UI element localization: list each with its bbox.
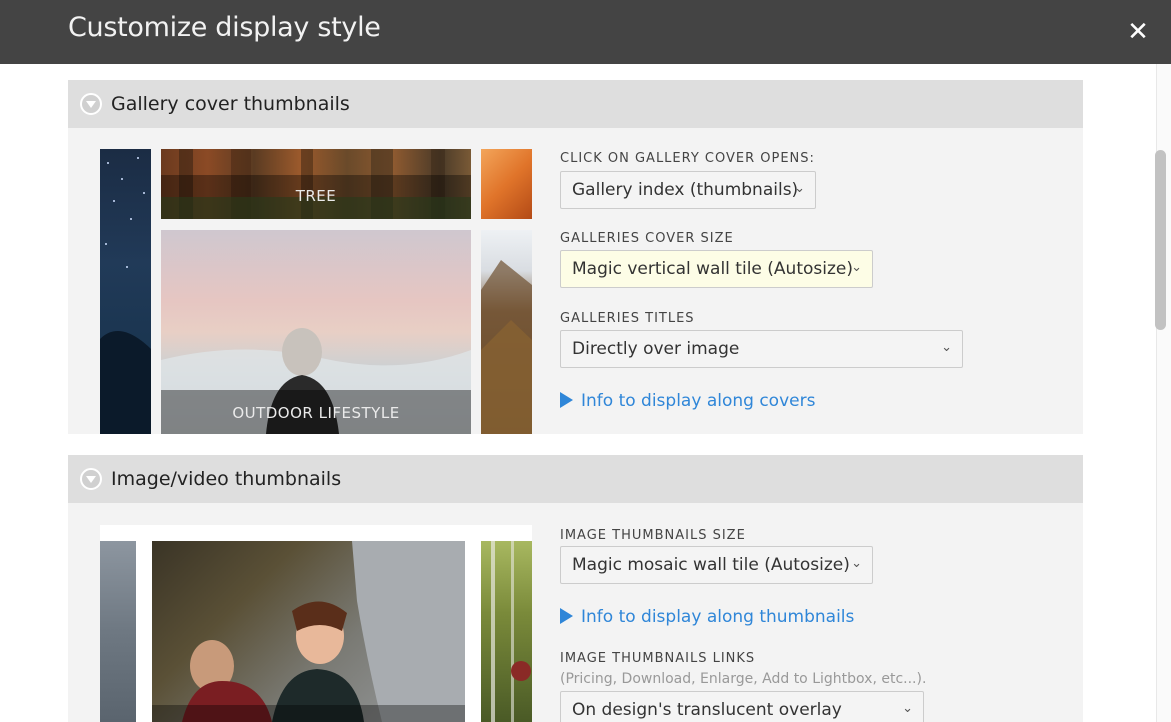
thumbnail-settings-form: IMAGE THUMBNAILS SIZE Magic mosaic wall … bbox=[560, 525, 1060, 722]
info-covers-link[interactable]: Info to display along covers bbox=[560, 391, 815, 411]
field-label-click-on-cover: CLICK ON GALLERY COVER OPENS: bbox=[560, 151, 815, 166]
info-thumbnails-link-label: Info to display along thumbnails bbox=[581, 607, 855, 627]
chevron-down-icon: ⌄ bbox=[794, 181, 805, 196]
preview-thumb-climber bbox=[152, 541, 465, 722]
scrollbar-thumb[interactable] bbox=[1155, 150, 1166, 330]
preview-thumb-tree: TREE bbox=[161, 149, 471, 219]
close-icon[interactable]: ✕ bbox=[1124, 18, 1152, 46]
dialog-content: Gallery cover thumbnails TREE OUTDOOR LI… bbox=[0, 64, 1156, 722]
thumbnails-size-select[interactable]: Magic mosaic wall tile (Autosize) ⌄ bbox=[560, 546, 873, 584]
chevron-down-icon: ⌄ bbox=[851, 556, 862, 571]
galleries-titles-select[interactable]: Directly over image ⌄ bbox=[560, 330, 963, 368]
preview-thumb-outdoor-lifestyle: OUTDOOR LIFESTYLE bbox=[161, 230, 471, 434]
dialog-header: Customize display style ✕ bbox=[0, 0, 1171, 64]
thumbnails-preview bbox=[100, 525, 532, 722]
field-label-thumbnails-links: IMAGE THUMBNAILS LINKS bbox=[560, 651, 756, 666]
section-image-video-thumbnails: Image/video thumbnails IMAGE THUMBNAILS … bbox=[68, 455, 1083, 722]
field-sublabel-thumbnails-links: (Pricing, Download, Enlarge, Add to Ligh… bbox=[560, 671, 927, 687]
cover-size-select[interactable]: Magic vertical wall tile (Autosize) ⌄ bbox=[560, 250, 873, 288]
dialog-title: Customize display style bbox=[68, 12, 381, 43]
section-title: Gallery cover thumbnails bbox=[111, 93, 350, 115]
preview-label-outdoor-lifestyle: OUTDOOR LIFESTYLE bbox=[232, 404, 400, 422]
section-title: Image/video thumbnails bbox=[111, 468, 342, 490]
chevron-down-icon: ⌄ bbox=[902, 701, 913, 716]
thumbnails-links-select[interactable]: On design's translucent overlay ⌄ bbox=[560, 691, 924, 722]
preview-thumb-sunset bbox=[481, 149, 532, 219]
preview-thumb-mountains bbox=[481, 230, 532, 434]
select-value: Gallery index (thumbnails) bbox=[572, 180, 799, 200]
preview-thumb-forest bbox=[481, 541, 532, 722]
section-gallery-cover-thumbnails: Gallery cover thumbnails TREE OUTDOOR LI… bbox=[68, 80, 1083, 434]
preview-thumb-rock-left bbox=[100, 541, 136, 722]
triangle-right-icon bbox=[560, 608, 573, 624]
select-value: Magic vertical wall tile (Autosize) bbox=[572, 259, 853, 279]
triangle-right-icon bbox=[560, 392, 573, 408]
chevron-down-icon: ⌄ bbox=[851, 260, 862, 275]
chevron-down-circle-icon[interactable] bbox=[80, 93, 102, 115]
info-covers-link-label: Info to display along covers bbox=[581, 391, 816, 411]
preview-label-tree: TREE bbox=[295, 187, 337, 205]
select-value: Directly over image bbox=[572, 339, 740, 359]
chevron-down-icon: ⌄ bbox=[941, 340, 952, 355]
section-header[interactable]: Image/video thumbnails bbox=[68, 455, 1083, 503]
cover-settings-form: CLICK ON GALLERY COVER OPENS: Gallery in… bbox=[560, 149, 1060, 434]
cover-preview: TREE OUTDOOR LIFESTYLE bbox=[100, 149, 532, 434]
section-header[interactable]: Gallery cover thumbnails bbox=[68, 80, 1083, 128]
field-label-thumbnails-size: IMAGE THUMBNAILS SIZE bbox=[560, 528, 746, 543]
chevron-down-circle-icon[interactable] bbox=[80, 468, 102, 490]
field-label-galleries-titles: GALLERIES TITLES bbox=[560, 311, 695, 326]
field-label-cover-size: GALLERIES COVER SIZE bbox=[560, 231, 734, 246]
preview-thumb-night-sky bbox=[100, 149, 151, 434]
select-value: On design's translucent overlay bbox=[572, 700, 842, 720]
click-on-cover-select[interactable]: Gallery index (thumbnails) ⌄ bbox=[560, 171, 816, 209]
select-value: Magic mosaic wall tile (Autosize) bbox=[572, 555, 850, 575]
info-thumbnails-link[interactable]: Info to display along thumbnails bbox=[560, 607, 854, 627]
